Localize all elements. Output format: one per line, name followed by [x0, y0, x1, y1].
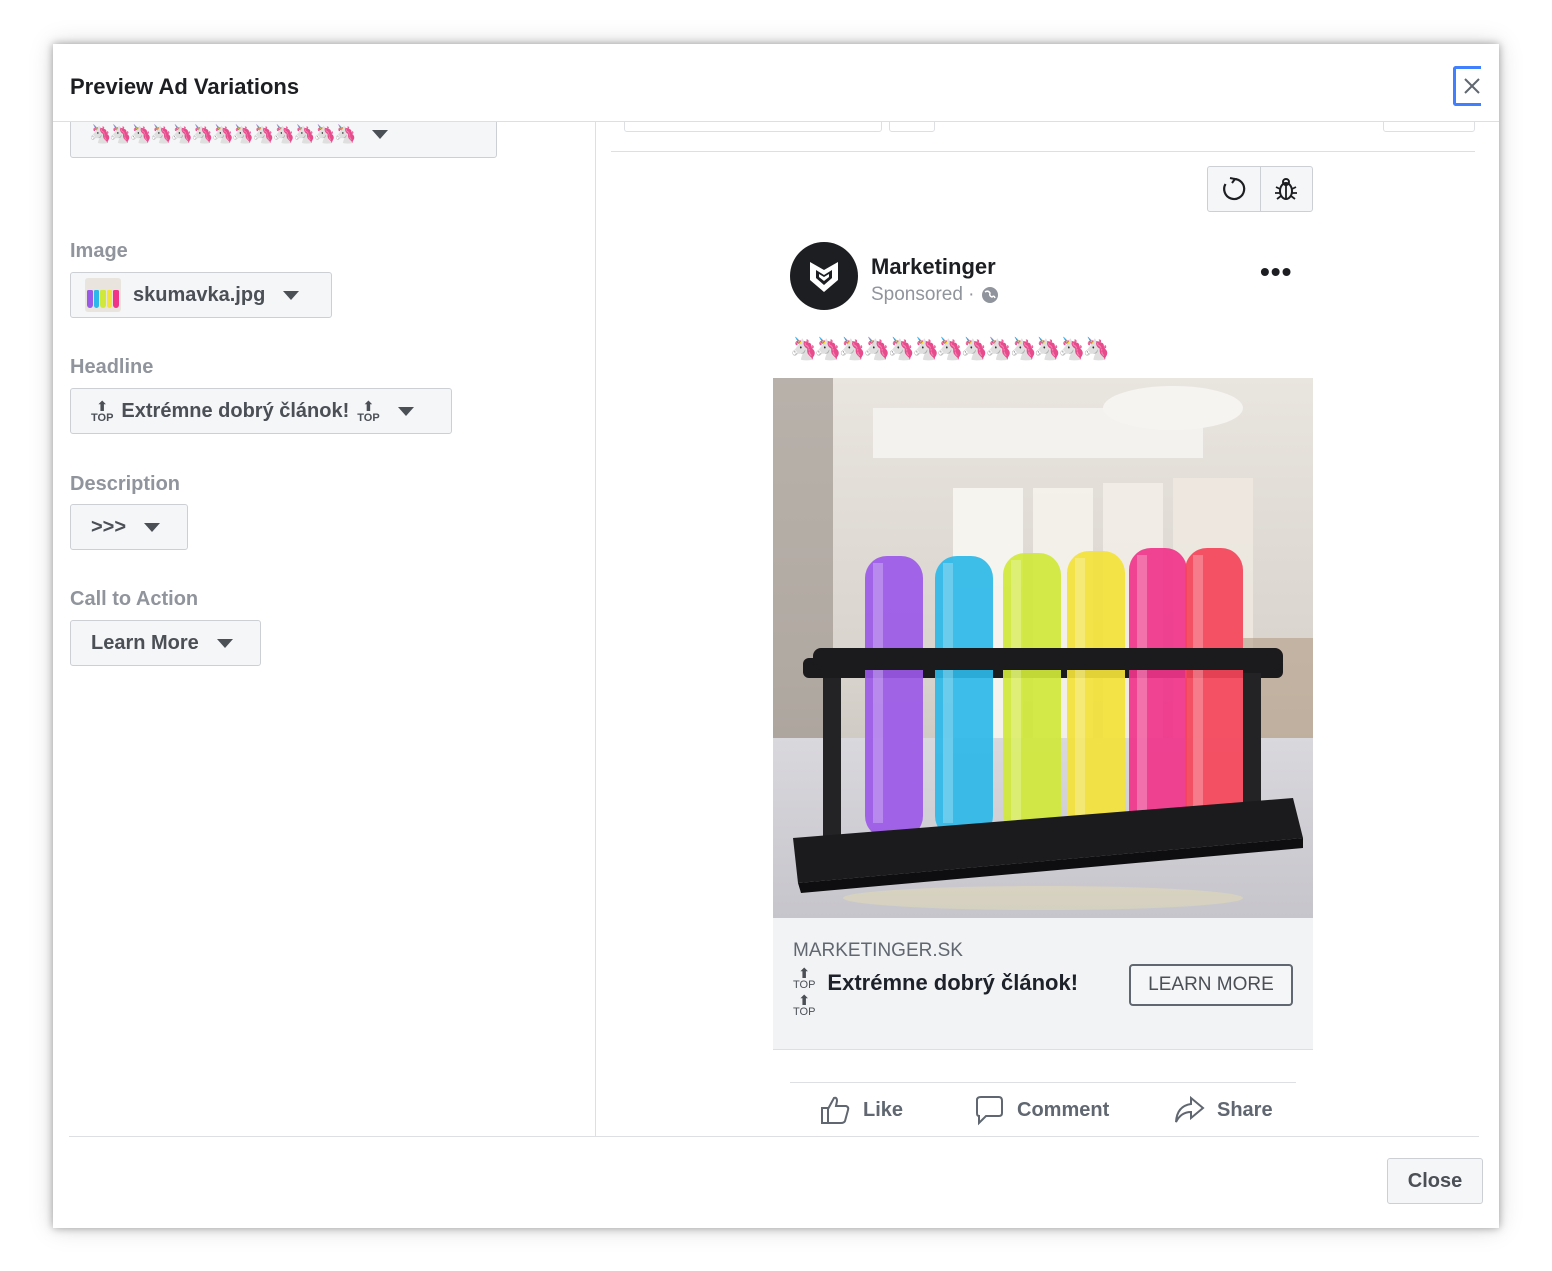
pager-buttons[interactable] — [1383, 122, 1475, 132]
refresh-icon — [1222, 177, 1246, 201]
image-value: skumavka.jpg — [133, 283, 266, 306]
primary-text-value: 🦄🦄🦄🦄🦄🦄🦄🦄🦄🦄🦄🦄🦄 — [89, 123, 356, 144]
chevron-down-icon — [144, 522, 161, 532]
image-thumbnail — [85, 278, 121, 312]
globe-icon — [981, 287, 998, 303]
top-arrow-icon: ⬆ TOP — [91, 397, 114, 424]
sponsored-line: Sponsored · — [871, 284, 999, 306]
variations-panel: 🦄🦄🦄🦄🦄🦄🦄🦄🦄🦄🦄🦄🦄 Image skumavka.jpg Headlin… — [53, 122, 596, 1136]
test-tubes-image — [773, 378, 1313, 918]
headline-value: Extrémne dobrý článok! — [121, 399, 350, 422]
preview-panel: Marketinger Sponsored · ••• 🦄🦄🦄🦄🦄🦄🦄🦄🦄🦄🦄🦄… — [597, 122, 1499, 1136]
marketinger-logo-icon — [810, 262, 838, 292]
divider — [790, 1082, 1296, 1083]
close-icon — [1463, 78, 1480, 94]
link-domain: MARKETINGER.SK — [793, 940, 963, 961]
report-bug-button[interactable] — [1259, 167, 1313, 211]
chevron-down-icon — [216, 638, 233, 648]
ad-image[interactable] — [773, 378, 1313, 918]
top-arrow-icon: ⬆ TOP — [357, 397, 380, 424]
comment-button[interactable]: Comment — [973, 1094, 1109, 1126]
chevron-down-icon — [397, 406, 414, 416]
headline-label: Headline — [70, 356, 154, 378]
chevron-down-icon — [372, 129, 389, 139]
thumbs-up-icon — [821, 1096, 850, 1124]
preview-ad-variations-modal: Preview Ad Variations 🦄🦄🦄🦄🦄🦄🦄🦄🦄🦄🦄🦄🦄 Imag… — [53, 44, 1499, 1228]
bug-icon — [1275, 178, 1298, 200]
link-preview[interactable]: MARKETINGER.SK ⬆ TOP ⬆ TOP Extrémne dobrý … — [773, 918, 1313, 1050]
top-arrow-icon: ⬆ TOP — [793, 992, 816, 1018]
image-label: Image — [70, 240, 128, 262]
close-button[interactable]: Close — [1387, 1158, 1483, 1204]
cta-value: Learn More — [91, 631, 199, 654]
cta-label: Call to Action — [70, 588, 199, 610]
share-button[interactable]: Share — [1173, 1094, 1273, 1126]
modal-header: Preview Ad Variations — [53, 44, 1499, 122]
sponsored-label: Sponsored · — [871, 284, 975, 305]
image-select[interactable]: skumavka.jpg — [70, 272, 332, 318]
primary-text-select[interactable]: 🦄🦄🦄🦄🦄🦄🦄🦄🦄🦄🦄🦄🦄 — [70, 122, 497, 158]
tubes — [865, 548, 1243, 838]
post-primary-text: 🦄🦄🦄🦄🦄🦄🦄🦄🦄🦄🦄🦄🦄 — [790, 336, 1110, 361]
headline-select[interactable]: ⬆ TOP Extrémne dobrý článok! ⬆ TOP — [70, 388, 452, 434]
share-icon — [1175, 1095, 1205, 1123]
link-headline-text: Extrémne dobrý článok! — [827, 970, 1079, 995]
page-avatar[interactable] — [790, 242, 858, 310]
divider — [69, 1136, 1479, 1137]
description-select[interactable]: >>> — [70, 504, 188, 550]
description-value: >>> — [91, 515, 127, 538]
placement-select[interactable] — [624, 122, 882, 132]
placement-arrow-button[interactable] — [889, 122, 935, 132]
top-icons: ⬆ TOP ⬆ TOP — [793, 966, 815, 1018]
modal-title: Preview Ad Variations — [70, 74, 300, 99]
top-arrow-icon: ⬆ TOP — [793, 965, 816, 991]
modal-footer: Close — [53, 1136, 1499, 1228]
chevron-down-icon — [283, 290, 300, 300]
refresh-button[interactable] — [1208, 167, 1260, 211]
like-button[interactable]: Like — [819, 1094, 903, 1126]
cta-select[interactable]: Learn More — [70, 620, 261, 666]
share-label: Share — [1217, 1098, 1273, 1121]
like-label: Like — [863, 1098, 904, 1121]
divider — [611, 151, 1475, 152]
more-options-icon[interactable]: ••• — [1260, 256, 1292, 288]
modal-close-button[interactable] — [1453, 66, 1481, 106]
page-name[interactable]: Marketinger — [871, 254, 996, 280]
description-label: Description — [70, 473, 181, 495]
learn-more-button[interactable]: LEARN MORE — [1129, 964, 1293, 1006]
comment-icon — [976, 1096, 1003, 1126]
link-headline: ⬆ TOP ⬆ TOP Extrémne dobrý článok! — [793, 966, 1078, 1018]
preview-tools — [1207, 166, 1313, 212]
comment-label: Comment — [1017, 1098, 1110, 1121]
